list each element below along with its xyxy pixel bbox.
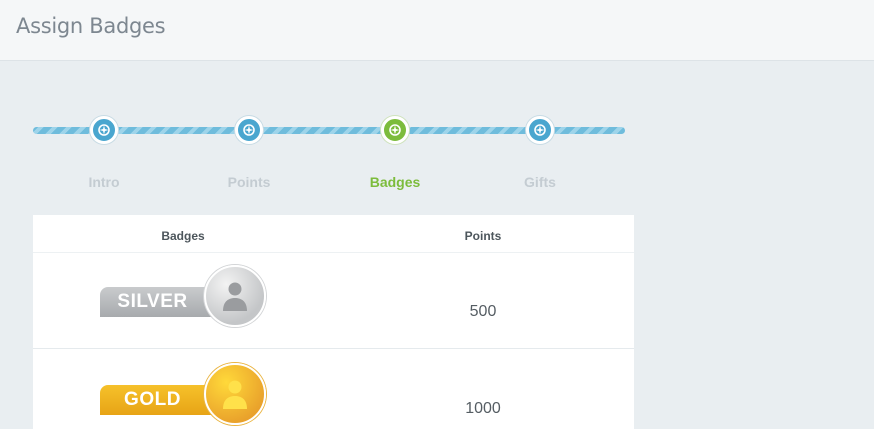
table-row: SILVER 500: [33, 253, 634, 349]
step-label-badges[interactable]: Badges: [335, 174, 455, 190]
user-icon: [223, 282, 247, 311]
badge-medal: [204, 265, 266, 327]
step-gifts[interactable]: [526, 116, 554, 144]
step-badges[interactable]: [381, 116, 409, 144]
points-value: 1000: [465, 400, 501, 417]
user-icon: [223, 380, 247, 409]
page-title: Assign Badges: [16, 14, 166, 38]
table-row: GOLD 1000: [33, 349, 634, 429]
gold-badge: GOLD: [100, 363, 267, 429]
step-intro[interactable]: [90, 116, 118, 144]
step-label-points[interactable]: Points: [189, 174, 309, 190]
badges-table: Badges Points SILVER 500 GOLD 1000: [33, 215, 634, 429]
badge-medal: [204, 363, 266, 425]
step-label-gifts[interactable]: Gifts: [480, 174, 600, 190]
column-header-points: Points: [464, 229, 502, 243]
compass-icon: [389, 124, 401, 136]
compass-icon: [534, 124, 546, 136]
step-points[interactable]: [235, 116, 263, 144]
compass-icon: [98, 124, 110, 136]
step-label-intro[interactable]: Intro: [44, 174, 164, 190]
page-header: Assign Badges: [0, 0, 874, 61]
compass-icon: [243, 124, 255, 136]
silver-badge: SILVER: [100, 265, 267, 331]
points-value: 500: [469, 303, 497, 320]
column-header-badges: Badges: [161, 229, 205, 243]
